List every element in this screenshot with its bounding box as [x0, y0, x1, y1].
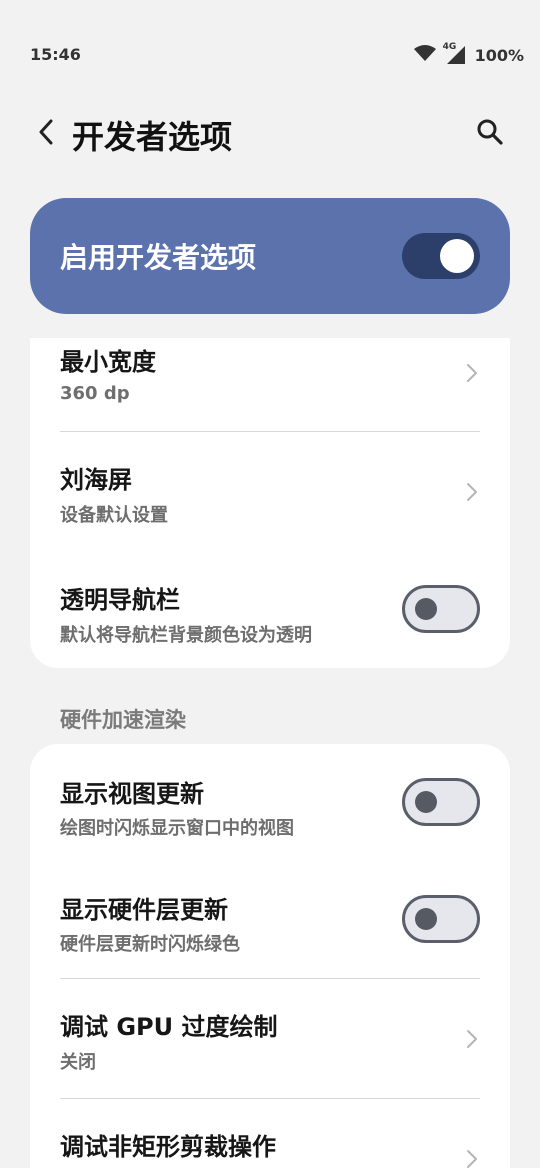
cellular-signal-icon: 4G — [442, 42, 469, 66]
status-icons: 4G 100% — [413, 42, 524, 66]
setting-subtitle: 默认将导航栏背景颜色设为透明 — [60, 625, 312, 646]
wifi-icon — [413, 44, 437, 66]
battery-percent: 100% — [474, 45, 524, 65]
setting-row-show-hw-layer-updates[interactable]: 显示硬件层更新 硬件层更新时闪烁绿色 — [30, 860, 510, 978]
show-hw-layer-updates-toggle[interactable] — [402, 895, 480, 943]
setting-subtitle: 设备默认设置 — [60, 505, 168, 526]
setting-subtitle: 360 dp — [60, 383, 130, 404]
status-time: 15:46 — [30, 45, 81, 64]
setting-title: 显示视图更新 — [60, 780, 204, 808]
status-bar: 15:46 4G 100% — [0, 0, 540, 110]
toggle-knob — [440, 239, 474, 273]
search-button[interactable] — [470, 114, 510, 154]
show-view-updates-toggle[interactable] — [402, 778, 480, 826]
chevron-left-icon — [37, 118, 55, 150]
enable-developer-options-toggle[interactable] — [402, 233, 480, 279]
back-button[interactable] — [28, 116, 64, 152]
chevron-right-icon — [466, 1029, 478, 1049]
setting-row-transparent-nav-bar[interactable]: 透明导航栏 默认将导航栏背景颜色设为透明 — [30, 552, 510, 668]
setting-title: 调试非矩形剪裁操作 — [60, 1133, 276, 1161]
chevron-right-icon — [466, 482, 478, 502]
setting-row-notch[interactable]: 刘海屏 设备默认设置 — [30, 432, 510, 552]
chevron-right-icon — [466, 363, 478, 383]
app-bar: 开发者选项 — [0, 100, 540, 170]
enable-developer-options-card[interactable]: 启用开发者选项 — [30, 198, 510, 314]
search-icon — [476, 118, 504, 150]
toggle-knob — [415, 908, 437, 930]
setting-subtitle: 硬件层更新时闪烁绿色 — [60, 934, 240, 955]
setting-title: 显示硬件层更新 — [60, 896, 228, 924]
toggle-knob — [415, 791, 437, 813]
chevron-right-icon — [466, 1149, 478, 1168]
setting-row-debug-non-rect-clip[interactable]: 调试非矩形剪裁操作 — [30, 1099, 510, 1168]
setting-row-debug-gpu-overdraw[interactable]: 调试 GPU 过度绘制 关闭 — [30, 979, 510, 1098]
toggle-knob — [415, 598, 437, 620]
setting-row-show-view-updates[interactable]: 显示视图更新 绘图时闪烁显示窗口中的视图 — [30, 744, 510, 860]
setting-title: 透明导航栏 — [60, 586, 180, 614]
settings-group-hw-rendering: 显示视图更新 绘图时闪烁显示窗口中的视图 显示硬件层更新 硬件层更新时闪烁绿色 … — [30, 744, 510, 1168]
setting-row-min-width[interactable]: 最小宽度 360 dp — [30, 338, 510, 432]
page-title: 开发者选项 — [72, 118, 233, 156]
setting-title: 调试 GPU 过度绘制 — [60, 1013, 278, 1041]
transparent-nav-bar-toggle[interactable] — [402, 585, 480, 633]
network-type-label: 4G — [442, 42, 457, 52]
section-header-hw-rendering: 硬件加速渲染 — [60, 708, 186, 732]
setting-subtitle: 绘图时闪烁显示窗口中的视图 — [60, 818, 294, 839]
setting-title: 最小宽度 — [60, 348, 156, 376]
setting-subtitle: 关闭 — [60, 1052, 96, 1073]
enable-developer-options-label: 启用开发者选项 — [60, 241, 257, 274]
settings-group-display: 最小宽度 360 dp 刘海屏 设备默认设置 透明导航栏 默认将导航栏背景颜色设… — [30, 338, 510, 668]
setting-title: 刘海屏 — [60, 466, 132, 494]
